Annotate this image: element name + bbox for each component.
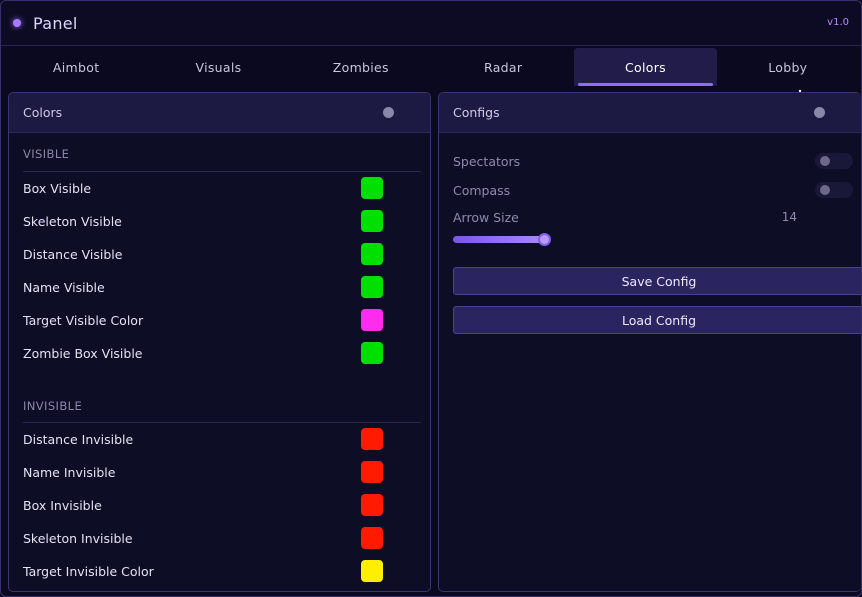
spectators-label: Spectators (453, 153, 521, 169)
color-row-label: Name Invisible (23, 464, 116, 480)
color-row-name-visible: Name Visible (23, 276, 383, 298)
arrow-size-value: 14 (781, 210, 797, 224)
colors-panel-title: Colors (23, 105, 63, 120)
tab-colors[interactable]: Colors (574, 48, 717, 86)
slider-fill (453, 236, 545, 243)
configs-panel-collapse-icon[interactable] (814, 107, 825, 118)
color-swatch[interactable] (361, 342, 383, 364)
app-logo-dot-icon (13, 19, 21, 27)
color-row-label: Box Visible (23, 180, 92, 196)
load-config-button[interactable]: Load Config (453, 306, 861, 334)
spectators-row: Spectators (453, 152, 853, 170)
color-row-target-visible: Target Visible Color (23, 309, 383, 331)
tab-visuals[interactable]: Visuals (147, 48, 289, 86)
arrow-size-row: Arrow Size 14 (453, 208, 853, 226)
color-swatch[interactable] (361, 309, 383, 331)
app-window: Panel v1.0 Aimbot Visuals Zombies Radar … (0, 0, 862, 597)
invisible-section-divider (23, 422, 421, 423)
tab-zombies[interactable]: Zombies (290, 48, 432, 86)
color-row-name-invisible: Name Invisible (23, 461, 383, 483)
color-row-label: Name Visible (23, 279, 105, 295)
arrow-size-label: Arrow Size (453, 209, 519, 225)
color-row-label: Skeleton Visible (23, 213, 122, 229)
compass-row: Compass (453, 181, 853, 199)
visible-section-divider (23, 171, 421, 172)
color-swatch[interactable] (361, 243, 383, 265)
color-swatch[interactable] (361, 527, 383, 549)
color-row-distance-visible: Distance Visible (23, 243, 383, 265)
title-bar: Panel v1.0 (1, 1, 861, 46)
color-row-label: Target Invisible Color (23, 563, 154, 579)
color-row-box-invisible: Box Invisible (23, 494, 383, 516)
color-row-distance-invisible: Distance Invisible (23, 428, 383, 450)
colors-panel-collapse-icon[interactable] (383, 107, 394, 118)
version-label: v1.0 (827, 17, 849, 28)
tab-aimbot[interactable]: Aimbot (5, 48, 147, 86)
color-row-target-invisible: Target Invisible Color (23, 560, 383, 582)
toggle-knob (820, 156, 830, 166)
tab-radar[interactable]: Radar (432, 48, 574, 86)
visible-section-title: VISIBLE (23, 147, 70, 161)
color-swatch[interactable] (361, 210, 383, 232)
color-swatch[interactable] (361, 276, 383, 298)
color-row-zombie-box-visible: Zombie Box Visible (23, 342, 383, 364)
color-row-label: Skeleton Invisible (23, 530, 133, 546)
color-row-label: Box Invisible (23, 497, 102, 513)
compass-toggle[interactable] (815, 182, 853, 198)
tab-lobby[interactable]: Lobby (717, 48, 859, 86)
slider-handle[interactable] (538, 233, 552, 246)
arrow-size-slider[interactable] (453, 233, 552, 246)
color-swatch[interactable] (361, 177, 383, 199)
configs-panel-title: Configs (453, 105, 500, 120)
color-swatch[interactable] (361, 428, 383, 450)
toggle-knob (820, 185, 830, 195)
tab-bar: Aimbot Visuals Zombies Radar Colors Lobb… (5, 48, 859, 86)
color-row-skeleton-visible: Skeleton Visible (23, 210, 383, 232)
color-row-box-visible: Box Visible (23, 177, 383, 199)
color-row-label: Target Visible Color (23, 312, 144, 328)
color-swatch[interactable] (361, 461, 383, 483)
color-row-label: Distance Visible (23, 246, 123, 262)
configs-panel-header: Configs (439, 93, 861, 133)
window-title: Panel (33, 13, 78, 33)
color-swatch[interactable] (361, 494, 383, 516)
spectators-toggle[interactable] (815, 153, 853, 169)
colors-panel: Colors VISIBLE Box Visible Skeleton Visi… (8, 92, 431, 592)
compass-label: Compass (453, 182, 511, 198)
color-row-label: Zombie Box Visible (23, 345, 143, 361)
color-row-skeleton-invisible: Skeleton Invisible (23, 527, 383, 549)
save-config-button[interactable]: Save Config (453, 267, 861, 295)
colors-panel-header: Colors (9, 93, 430, 133)
invisible-section-title: INVISIBLE (23, 399, 83, 413)
color-swatch[interactable] (361, 560, 383, 582)
configs-panel: Configs Spectators Compass Arrow Size 14… (438, 92, 861, 592)
color-row-label: Distance Invisible (23, 431, 134, 447)
